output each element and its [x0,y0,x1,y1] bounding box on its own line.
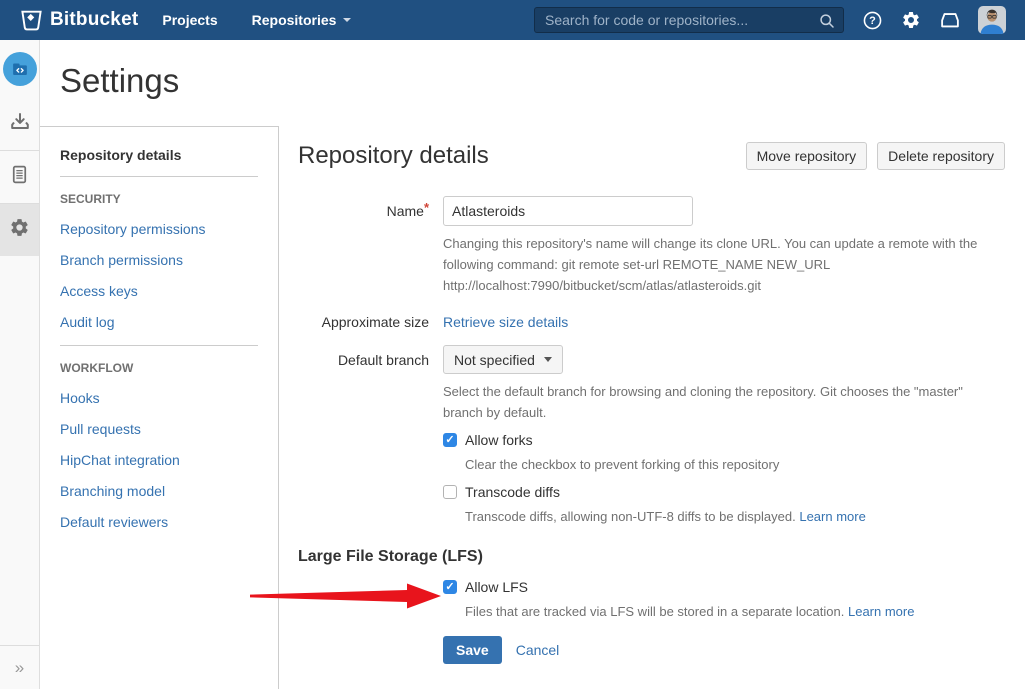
clone-download-button[interactable] [0,98,39,150]
download-icon [8,110,32,139]
transcode-diffs-learn-more-link[interactable]: Learn more [799,509,865,524]
move-repository-button[interactable]: Move repository [746,142,868,170]
help-icon[interactable]: ? [861,9,883,31]
sidemenu-item-branching-model[interactable]: Branching model [60,483,258,499]
nav-repositories[interactable]: Repositories [252,12,352,28]
sidemenu-heading-security: SECURITY [60,192,258,206]
name-field[interactable] [443,196,693,226]
allow-forks-checkbox[interactable] [443,433,457,447]
search-input[interactable] [535,8,843,32]
chevron-down-icon [544,357,552,362]
sidemenu-item-hipchat-integration[interactable]: HipChat integration [60,452,258,468]
top-navbar: Bitbucket Projects Repositories ? [0,0,1025,40]
page-title: Settings [40,40,1025,126]
repository-avatar-icon [3,52,37,86]
allow-lfs-label[interactable]: Allow LFS [465,579,528,595]
default-branch-dropdown[interactable]: Not specified [443,345,563,374]
sidemenu-heading-workflow: WORKFLOW [60,361,258,375]
sidemenu-item-repository-permissions[interactable]: Repository permissions [60,221,258,237]
settings-gear-icon [9,217,30,243]
divider [60,345,258,346]
name-label: Name* [298,203,429,219]
approximate-size-label: Approximate size [298,314,429,330]
user-avatar[interactable] [978,6,1006,34]
repository-details-panel: Repository details Move repository Delet… [279,126,1025,689]
settings-content: Repository details SECURITY Repository p… [40,126,1025,689]
default-branch-value: Not specified [454,352,535,368]
nav-repositories-label: Repositories [252,12,337,28]
settings-rail-button[interactable] [0,204,39,256]
allow-lfs-checkbox[interactable] [443,580,457,594]
allow-lfs-learn-more-link[interactable]: Learn more [848,604,914,619]
icon-rail: » [0,40,40,689]
sidemenu-item-hooks[interactable]: Hooks [60,390,258,406]
settings-sidemenu: Repository details SECURITY Repository p… [40,126,279,689]
default-branch-help-text: Select the default branch for browsing a… [443,381,995,423]
sidemenu-item-repository-details[interactable]: Repository details [60,147,258,163]
bitbucket-bucket-icon [20,9,43,32]
settings-page: Settings Repository details SECURITY Rep… [40,40,1025,689]
chevron-down-icon [343,18,351,22]
brand-name: Bitbucket [50,9,138,31]
allow-forks-help-text: Clear the checkbox to prevent forking of… [465,454,1005,475]
clone-url-text: http://localhost:7990/bitbucket/scm/atla… [443,275,995,296]
global-search [534,7,844,33]
transcode-diffs-help-text: Transcode diffs, allowing non-UTF-8 diff… [465,506,1005,527]
name-help-text: Changing this repository's name will cha… [443,233,995,296]
navbar-right: ? [534,6,1006,34]
rail-spacer [0,256,39,645]
sidemenu-item-audit-log[interactable]: Audit log [60,314,258,330]
primary-nav: Projects Repositories [162,12,351,28]
sidemenu-item-default-reviewers[interactable]: Default reviewers [60,514,258,530]
gear-icon[interactable] [900,9,922,31]
divider [60,176,258,177]
inbox-tray-icon[interactable] [939,9,961,31]
lfs-section-heading: Large File Storage (LFS) [298,547,1005,567]
allow-lfs-help-text: Files that are tracked via LFS will be s… [465,601,1005,622]
name-help-line: Changing this repository's name will cha… [443,236,977,272]
default-branch-label: Default branch [298,352,429,368]
svg-text:?: ? [869,15,876,27]
required-asterisk: * [424,200,429,215]
panel-heading: Repository details [298,141,746,171]
sidemenu-item-pull-requests[interactable]: Pull requests [60,421,258,437]
transcode-diffs-checkbox[interactable] [443,485,457,499]
nav-projects[interactable]: Projects [162,12,217,28]
allow-lfs-help-line: Files that are tracked via LFS will be s… [465,604,844,619]
transcode-diffs-label[interactable]: Transcode diffs [465,484,560,500]
transcode-diffs-help-line: Transcode diffs, allowing non-UTF-8 diff… [465,509,796,524]
retrieve-size-details-link[interactable]: Retrieve size details [443,314,568,330]
allow-forks-label[interactable]: Allow forks [465,432,533,448]
cancel-link[interactable]: Cancel [516,642,560,658]
delete-repository-button[interactable]: Delete repository [877,142,1005,170]
document-icon [8,163,31,191]
app-shell: » Settings Repository details SECURITY R… [0,40,1025,689]
sidemenu-item-branch-permissions[interactable]: Branch permissions [60,252,258,268]
source-browser-button[interactable] [0,151,39,203]
repository-avatar[interactable] [0,40,39,98]
save-button[interactable]: Save [443,636,502,664]
bitbucket-logo[interactable]: Bitbucket [20,9,138,32]
search-icon[interactable] [817,11,837,31]
expand-sidebar-button[interactable]: » [0,645,39,689]
sidemenu-item-access-keys[interactable]: Access keys [60,283,258,299]
